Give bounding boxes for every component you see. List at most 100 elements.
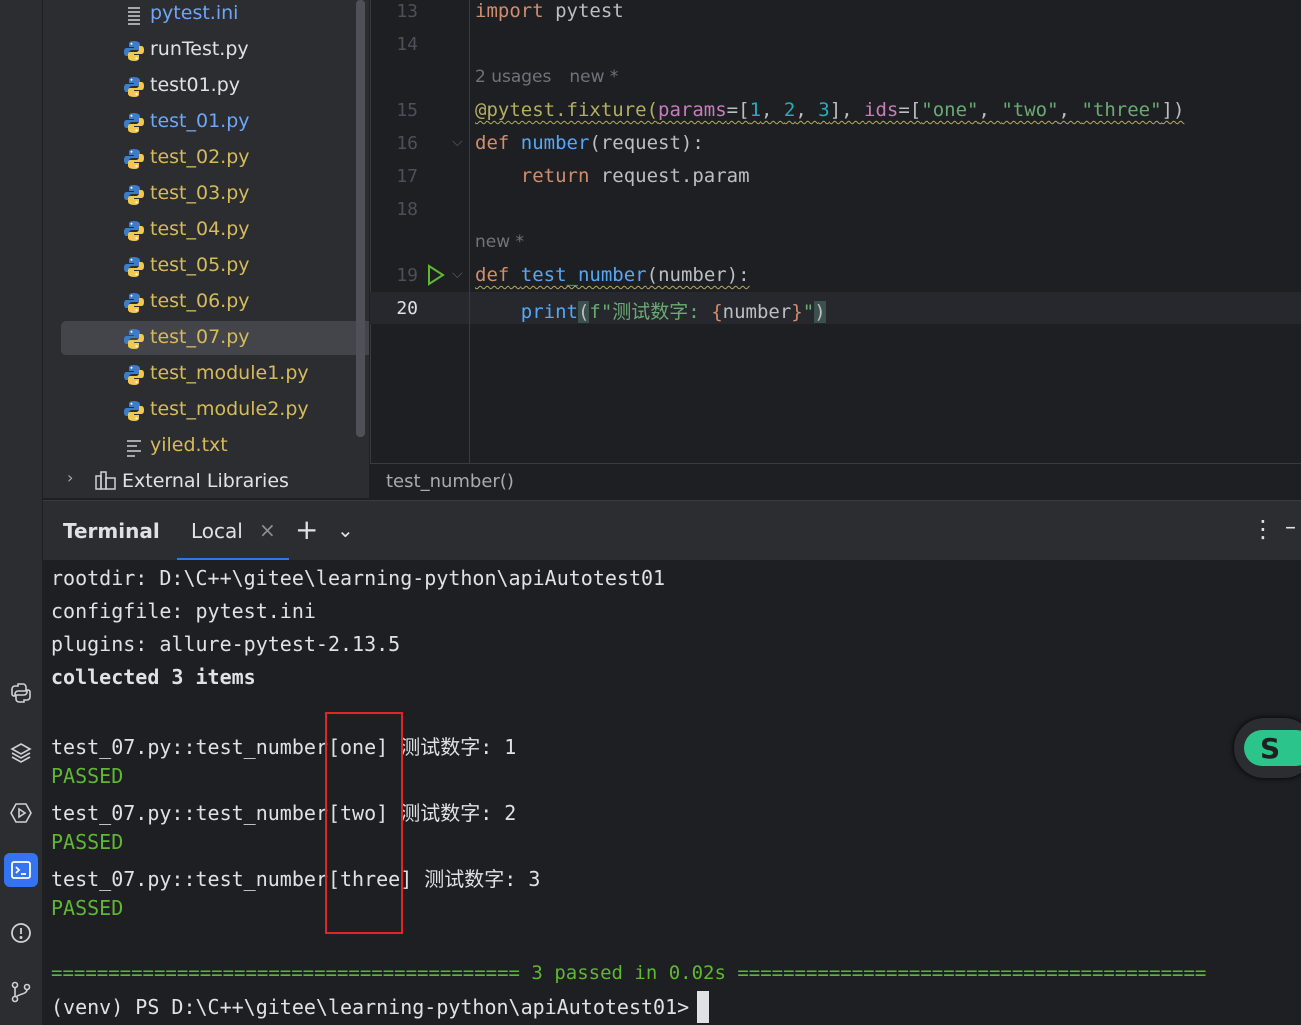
terminal-icon[interactable] [4, 853, 38, 887]
terminal-output[interactable] [43, 560, 1301, 1025]
test-result-status: PASSED [51, 830, 124, 854]
code-token: , [761, 99, 784, 121]
line-number: 19 [396, 265, 418, 286]
services-run-icon[interactable] [4, 796, 38, 830]
code-line-17: return request.param [475, 165, 750, 187]
fold-chevron-icon[interactable]: ⌵ [452, 134, 463, 150]
python-file-icon [123, 148, 145, 170]
python-file-icon [123, 184, 145, 206]
more-vertical-icon[interactable]: ⋮ [1251, 515, 1275, 543]
tree-item-file[interactable]: test_07.py [61, 321, 369, 355]
tree-item-file[interactable]: runTest.py [61, 33, 369, 67]
editor-breadcrumb-bar: test_number() [370, 463, 1301, 501]
problems-icon[interactable] [4, 916, 38, 950]
code-token: test_number [520, 264, 647, 286]
code-token: f"测试数字: [589, 301, 712, 323]
tree-item-label: test_04.py [150, 218, 250, 240]
code-token: number [520, 132, 590, 154]
tree-item-file[interactable]: test_05.py [61, 249, 369, 283]
usages-hint-label: 2 usages [475, 67, 552, 87]
code-token: =[ [898, 99, 922, 121]
tab-local[interactable]: Local × [177, 501, 289, 561]
code-token: print [520, 301, 578, 323]
tree-item-label: test_07.py [150, 326, 250, 348]
code-token: def [475, 132, 510, 154]
tree-item-file[interactable]: test_02.py [61, 141, 369, 175]
tree-item-file[interactable]: yiled.txt [61, 429, 369, 463]
python-file-icon [123, 328, 145, 350]
tree-item-file[interactable]: test_01.py [61, 105, 369, 139]
line-number: 17 [396, 166, 418, 187]
tree-item-label: pytest.ini [150, 2, 239, 24]
tree-item-label: test_05.py [150, 254, 250, 276]
python-file-icon [123, 400, 145, 422]
code-line-15: @pytest.fixture(params=[1, 2, 3], ids=["… [475, 99, 1184, 121]
code-token: number [722, 301, 792, 323]
code-token: (number): [646, 264, 750, 286]
tree-item-label: External Libraries [122, 470, 289, 492]
s-logo-icon: S [1244, 730, 1301, 766]
test-result-status: PASSED [51, 896, 124, 920]
minimize-icon[interactable]: – [1285, 515, 1296, 540]
code-token: return [520, 165, 590, 187]
tool-window-strip [0, 0, 43, 1025]
usages-hint[interactable]: 2 usages new * [475, 67, 618, 87]
python-file-icon [123, 40, 145, 62]
test-result-status: PASSED [51, 764, 124, 788]
code-token: { [711, 301, 723, 323]
code-token: request.param [589, 165, 750, 187]
tree-item-file[interactable]: test_03.py [61, 177, 369, 211]
code-token: ) [814, 301, 826, 323]
gutter-separator [469, 0, 470, 463]
fold-chevron-icon[interactable]: ⌵ [452, 266, 463, 282]
code-token: 1 [749, 99, 762, 121]
python-file-icon [123, 220, 145, 242]
tree-item-label: test_02.py [150, 146, 250, 168]
code-token: "three" [1081, 99, 1162, 121]
layers-icon[interactable] [4, 736, 38, 770]
terminal-title: Terminal [63, 519, 160, 543]
tree-item-file[interactable]: test_module1.py [61, 357, 369, 391]
tree-item-label: test_module2.py [150, 398, 309, 420]
plus-icon[interactable]: + [295, 513, 318, 546]
tree-item-file[interactable]: test_module2.py [61, 393, 369, 427]
code-token: ids [864, 99, 899, 121]
author-hint-label: new * [569, 67, 619, 87]
breadcrumb[interactable]: test_number() [386, 471, 514, 492]
ini-file-icon [123, 4, 145, 26]
code-token: =[ [726, 99, 750, 121]
run-gutter-icon[interactable] [426, 264, 446, 290]
code-token: ]) [1161, 99, 1185, 121]
tree-item-file[interactable]: test01.py [61, 69, 369, 103]
chevron-down-icon[interactable]: ⌄ [337, 518, 354, 542]
tree-item-label: test_03.py [150, 182, 250, 204]
test-result-name: test_07.py::test_number[three] 测试数字: 3 [51, 867, 541, 891]
line-number: 18 [396, 199, 418, 220]
python-console-icon[interactable] [4, 676, 38, 710]
project-scrollbar[interactable] [356, 0, 365, 437]
chevron-right-icon[interactable]: › [67, 468, 73, 487]
line-number: 16 [396, 133, 418, 154]
tab-label: Local [191, 519, 243, 543]
code-token: , [978, 99, 1002, 121]
project-tree: pytest.ini runTest.py test01.py test_01.pyt… [43, 0, 369, 498]
terminal-line: rootdir: D:\C++\gitee\learning-python\ap… [51, 566, 666, 590]
line-number: 13 [396, 1, 418, 22]
author-hint[interactable]: new * [475, 232, 524, 252]
tree-item-external-libraries[interactable]: › External Libraries [43, 466, 369, 496]
close-icon[interactable]: × [259, 518, 276, 542]
code-token: @pytest.fixture( [475, 99, 659, 121]
git-branch-icon[interactable] [4, 975, 38, 1009]
library-icon [95, 470, 117, 495]
tree-item-file[interactable]: pytest.ini [61, 0, 369, 31]
tree-item-label: test_module1.py [150, 362, 309, 384]
tree-item-label: test_01.py [150, 110, 250, 132]
tree-item-file[interactable]: test_04.py [61, 213, 369, 247]
python-file-icon [123, 76, 145, 98]
assistant-badge[interactable]: S [1234, 718, 1301, 778]
terminal-line: plugins: allure-pytest-2.13.5 [51, 632, 401, 656]
terminal-prompt: (venv) PS D:\C++\gitee\learning-python\a… [51, 995, 690, 1019]
code-token: "two" [1001, 99, 1059, 121]
tree-item-file[interactable]: test_06.py [61, 285, 369, 319]
python-file-icon [123, 292, 145, 314]
